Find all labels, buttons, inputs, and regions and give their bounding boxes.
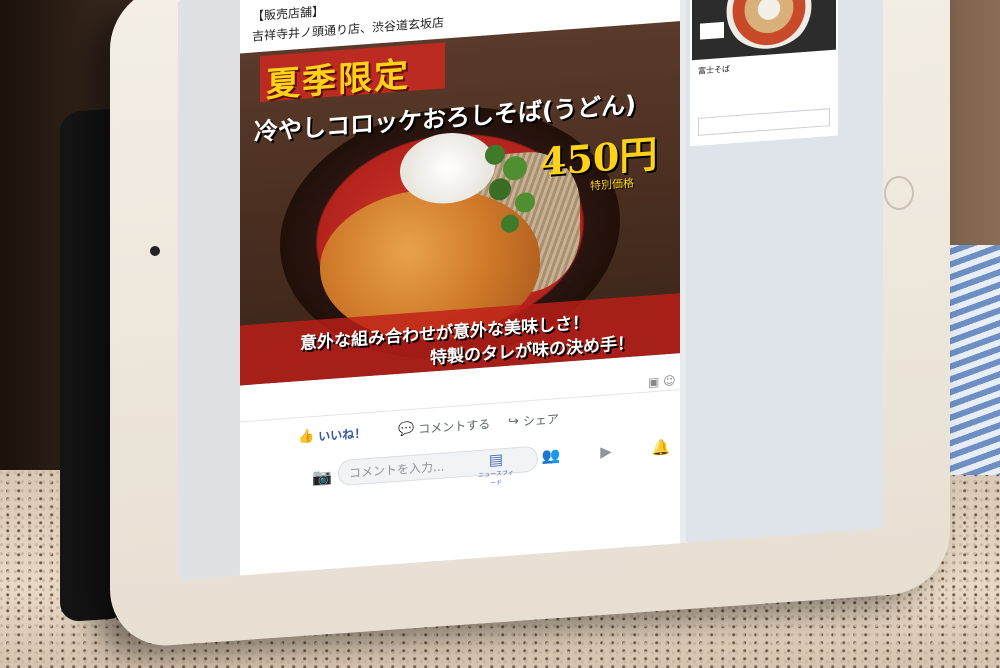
price-note: 特別価格 <box>590 176 634 193</box>
friends-icon: 👥 <box>541 445 561 466</box>
thumbs-up-icon: 👍 <box>298 428 315 446</box>
ad-image <box>692 0 836 61</box>
share-label: シェア <box>522 412 559 429</box>
front-camera <box>150 246 160 256</box>
bell-icon: 🔔 <box>651 437 671 458</box>
speech-bubble-icon: 💬 <box>398 421 415 438</box>
ad-logo <box>700 21 724 40</box>
nav-news-feed[interactable]: ▤ ニュースフィード <box>476 449 516 488</box>
right-sidebar: 富士そば <box>686 0 883 563</box>
left-margin <box>178 0 240 581</box>
ad-bowl-image <box>724 0 814 52</box>
post-photo[interactable]: 夏季限定 冷やしコロッケおろしそば(うどん) 450円 特別価格 意外な組み合わ… <box>240 21 680 386</box>
home-button[interactable] <box>884 176 914 210</box>
nav-friends[interactable]: 👥 <box>531 445 571 466</box>
nav-video[interactable]: ▶ <box>586 441 626 462</box>
comment-label: コメントする <box>418 417 491 437</box>
post-mini-icons: ▣ ☺ <box>648 373 676 390</box>
video-icon: ▶ <box>600 442 612 461</box>
ad-page-button[interactable] <box>698 108 830 136</box>
feed-post: 【販売店舗】 吉祥寺井ノ頭通り店、渋谷道玄坂店 夏季限定 冷やしコロッケおろしそ… <box>240 0 680 581</box>
promo-title: 夏季限定 <box>266 54 410 106</box>
share-button[interactable]: ↪ シェア <box>508 410 559 431</box>
camera-icon[interactable]: 📷 <box>312 467 332 487</box>
share-arrow-icon: ↪ <box>508 413 519 430</box>
store-header: 【販売店舗】 <box>252 4 325 24</box>
like-button[interactable]: 👍 いいね！ <box>298 424 366 446</box>
sidebar-ad-card[interactable]: 富士そば <box>690 0 838 147</box>
news-feed-icon: ▤ <box>488 450 504 470</box>
nav-notifications[interactable]: 🔔 <box>641 437 681 458</box>
like-label: いいね！ <box>318 426 367 444</box>
nav-news-feed-label: ニュースフィード <box>478 469 514 488</box>
comment-button[interactable]: 💬 コメントする <box>398 415 490 439</box>
ad-page-name: 富士そば <box>698 64 730 76</box>
tablet-screen: 【販売店舗】 吉祥寺井ノ頭通り店、渋谷道玄坂店 夏季限定 冷やしコロッケおろしそ… <box>178 0 883 581</box>
